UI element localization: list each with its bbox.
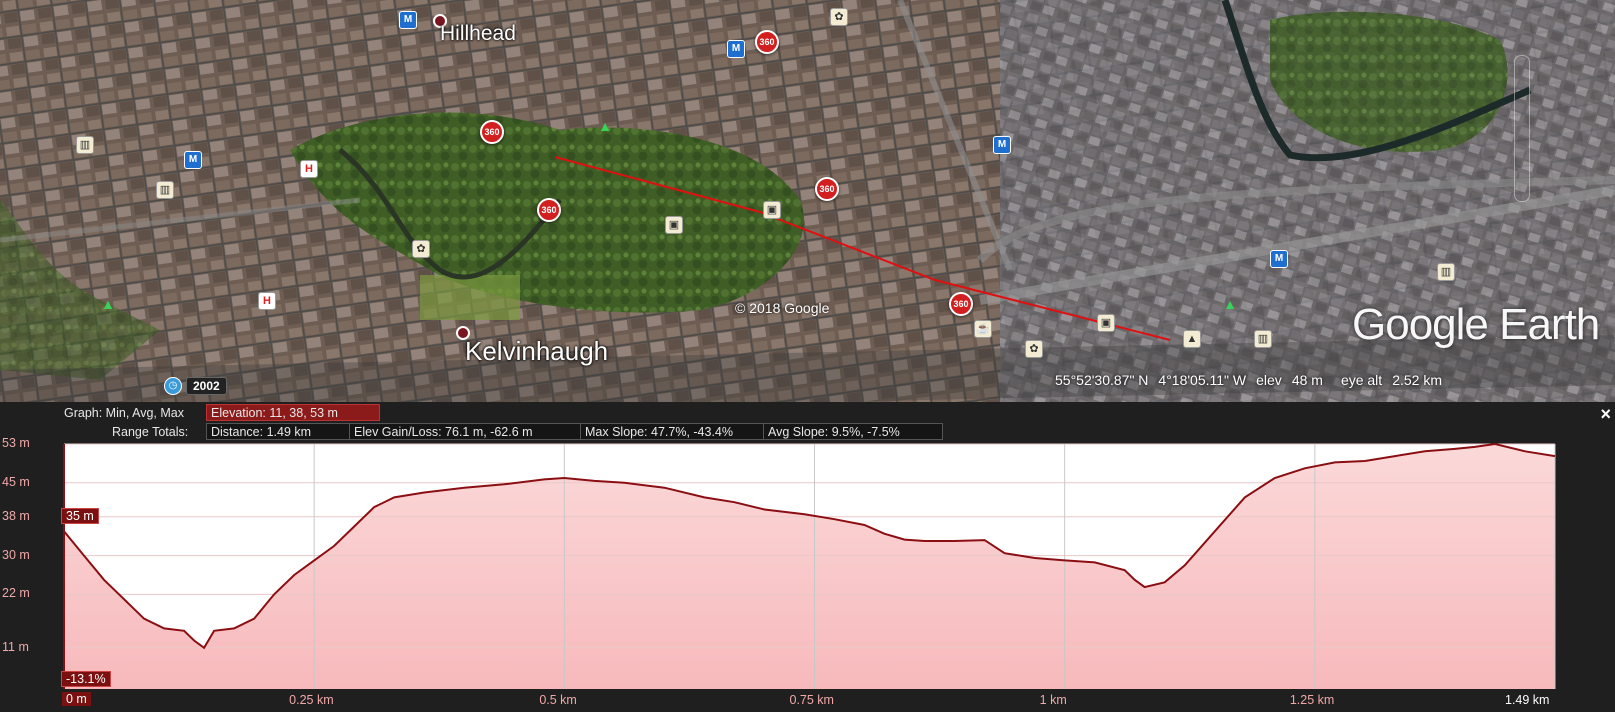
y-tick-label: 22 m [2, 586, 30, 601]
y-tick-label: 38 m [2, 508, 30, 523]
y-tick-label: 30 m [2, 547, 30, 562]
slope-marker: -13.1% [61, 671, 111, 687]
start-elevation-marker: 35 m [61, 508, 99, 524]
x-tick-label: 1.25 km [1289, 693, 1335, 707]
x-tick-label: 1.49 km [1505, 693, 1550, 707]
y-tick-label: 11 m [2, 639, 29, 654]
y-tick-label: 53 m [2, 436, 30, 450]
x-tick-label: 0 m [62, 692, 91, 706]
x-tick-label: 0.5 km [539, 693, 577, 707]
x-tick-label: 0.75 km [789, 693, 834, 707]
y-tick-label: 45 m [2, 474, 30, 489]
x-tick-label: 0.25 km [289, 693, 334, 707]
x-tick-label: 1 km [1039, 693, 1067, 707]
elevation-chart[interactable] [0, 0, 1615, 712]
